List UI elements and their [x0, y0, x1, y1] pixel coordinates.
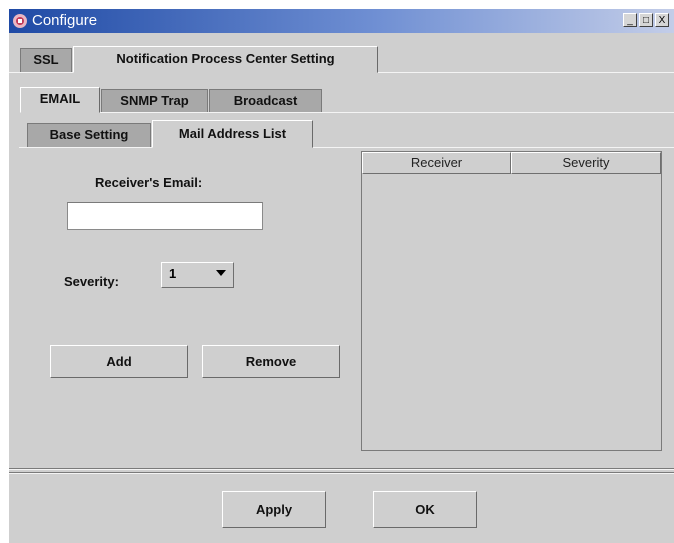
column-header-severity-label: Severity [562, 155, 610, 170]
tab-row1-baseline-right [378, 72, 674, 73]
footer-separator-light [9, 469, 674, 470]
configure-window: Configure _ □ X SSL Notification Process… [9, 9, 674, 543]
add-button[interactable]: Add [50, 345, 188, 378]
severity-dropdown[interactable]: 1 [161, 262, 234, 288]
tab-base-setting-label: Base Setting [49, 127, 129, 142]
app-icon [13, 14, 27, 28]
tab-email-label: EMAIL [39, 91, 81, 106]
remove-button-label: Remove [245, 354, 297, 369]
chevron-down-icon [216, 270, 226, 276]
column-header-severity[interactable]: Severity [511, 152, 661, 174]
severity-value: 1 [169, 266, 177, 281]
ok-button[interactable]: OK [373, 491, 477, 528]
minimize-icon: _ [627, 15, 633, 26]
tab-broadcast-label: Broadcast [233, 93, 298, 108]
receiver-email-label: Receiver's Email: [95, 175, 203, 190]
remove-button[interactable]: Remove [202, 345, 340, 378]
close-icon: X [658, 15, 666, 26]
window-title: Configure [32, 12, 98, 29]
tab-mail-address-list[interactable]: Mail Address List [152, 120, 313, 148]
apply-button-label: Apply [255, 502, 293, 517]
tab-email[interactable]: EMAIL [20, 87, 100, 113]
receiver-table[interactable]: Receiver Severity [361, 151, 662, 451]
tab-mail-address-list-label: Mail Address List [178, 126, 287, 141]
column-header-receiver[interactable]: Receiver [362, 152, 511, 174]
footer-separator-light-2 [9, 473, 674, 474]
tab-row2-baseline [100, 112, 674, 113]
tab-ssl[interactable]: SSL [20, 48, 72, 72]
tab-row3-baseline-right [313, 147, 674, 148]
column-header-receiver-label: Receiver [410, 155, 463, 170]
title-bar[interactable]: Configure _ □ X [9, 9, 674, 33]
close-button[interactable]: X [655, 13, 669, 27]
maximize-button[interactable]: □ [639, 13, 653, 27]
severity-label: Severity: [64, 274, 119, 289]
tab-broadcast[interactable]: Broadcast [209, 89, 322, 113]
tab-row1-baseline-left [9, 72, 73, 73]
tab-ssl-label: SSL [33, 52, 59, 67]
ok-button-label: OK [415, 502, 435, 517]
apply-button[interactable]: Apply [222, 491, 326, 528]
tab-snmp-trap[interactable]: SNMP Trap [101, 89, 208, 113]
add-button-label: Add [106, 354, 132, 369]
minimize-button[interactable]: _ [623, 13, 637, 27]
tab-snmp-trap-label: SNMP Trap [120, 93, 189, 108]
tab-notification-process-center-setting[interactable]: Notification Process Center Setting [73, 46, 378, 73]
tab-base-setting[interactable]: Base Setting [27, 123, 151, 147]
tab-notification-label: Notification Process Center Setting [116, 51, 335, 66]
maximize-icon: □ [642, 15, 650, 26]
tab-row3-baseline-left [19, 147, 152, 148]
receiver-email-input[interactable] [67, 202, 263, 230]
